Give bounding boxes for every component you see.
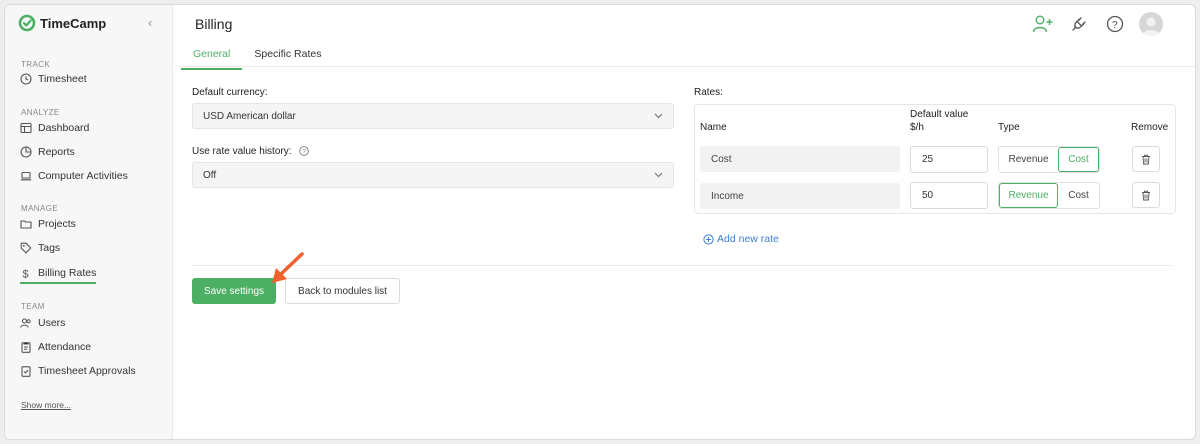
reports-icon — [20, 146, 32, 158]
remove-rate-button[interactable] — [1132, 182, 1160, 208]
collapse-sidebar-icon[interactable]: ‹ — [148, 15, 152, 30]
col-default-value: Default value — [910, 109, 969, 120]
tag-icon — [20, 242, 32, 254]
type-option-revenue[interactable]: Revenue — [999, 147, 1058, 172]
col-remove: Remove — [1131, 122, 1169, 133]
show-more-link[interactable]: Show more... — [21, 400, 71, 410]
header-actions: ? — [1031, 12, 1163, 36]
sidebar-item-label: Computer Activities — [38, 170, 128, 182]
plus-circle-icon — [703, 233, 714, 245]
app-window: TimeCamp ‹ TRACK Timesheet ANALYZE Dashb… — [4, 4, 1196, 440]
page-title: Billing — [195, 16, 233, 32]
sidebar-item-label: Timesheet — [38, 73, 87, 85]
trash-icon — [1142, 190, 1150, 200]
approval-icon — [21, 366, 31, 377]
annotation-arrow-icon — [272, 252, 304, 283]
sidebar-item-reports[interactable]: Reports — [20, 146, 75, 158]
sidebar-item-timesheet[interactable]: Timesheet — [20, 73, 87, 85]
sidebar-item-label: Attendance — [38, 341, 92, 353]
sidebar-item-label: Reports — [38, 146, 75, 158]
currency-value: USD American dollar — [203, 110, 296, 122]
sidebar-item-label: Users — [38, 317, 66, 329]
history-label: Use rate value history: — [192, 146, 292, 157]
section-team: TEAM — [21, 302, 45, 311]
help-icon[interactable]: ? — [1103, 12, 1127, 36]
add-user-icon[interactable] — [1031, 12, 1055, 36]
remove-rate-button[interactable] — [1132, 146, 1160, 172]
sidebar-item-billing-rates[interactable]: $ Billing Rates — [20, 267, 97, 284]
currency-select[interactable]: USD American dollar — [192, 103, 674, 129]
rates-label: Rates: — [694, 87, 723, 98]
col-name: Name — [700, 122, 727, 133]
svg-text:$: $ — [23, 269, 29, 280]
trash-icon — [1142, 154, 1150, 164]
type-option-cost[interactable]: Cost — [1058, 147, 1099, 172]
actions-divider — [191, 265, 1173, 266]
sidebar-item-timesheet-approvals[interactable]: Timesheet Approvals — [20, 365, 136, 377]
dollar-icon: $ — [23, 269, 29, 280]
chevron-down-icon — [654, 113, 663, 119]
folder-icon — [20, 220, 32, 229]
add-new-rate-link[interactable]: Add new rate — [703, 233, 779, 245]
sidebar-item-label: Billing Rates — [38, 267, 97, 279]
sidebar-item-dashboard[interactable]: Dashboard — [20, 122, 89, 134]
logo[interactable]: TimeCamp — [18, 14, 106, 32]
timecamp-logo-icon — [18, 14, 36, 32]
history-label-row: Use rate value history: ? — [192, 146, 310, 157]
col-default-value-unit: $/h — [910, 122, 924, 133]
history-value: Off — [203, 169, 217, 181]
rate-type-toggle: Revenue Cost — [998, 146, 1100, 173]
save-settings-button[interactable]: Save settings — [192, 278, 276, 304]
sidebar: TimeCamp ‹ TRACK Timesheet ANALYZE Dashb… — [5, 5, 173, 439]
clock-icon — [20, 73, 32, 85]
question-circle-icon[interactable]: ? — [299, 146, 310, 157]
sidebar-item-users[interactable]: Users — [20, 317, 65, 329]
svg-text:?: ? — [1112, 19, 1118, 31]
rate-name-field[interactable]: Income — [700, 183, 900, 209]
col-type: Type — [998, 122, 1020, 133]
type-option-revenue[interactable]: Revenue — [999, 183, 1058, 208]
tabs-divider — [175, 66, 1195, 67]
users-icon — [20, 318, 31, 328]
sidebar-item-label: Dashboard — [38, 122, 90, 134]
integrations-plug-icon[interactable] — [1067, 12, 1091, 36]
sidebar-item-label: Tags — [38, 242, 61, 254]
dashboard-icon — [20, 122, 32, 134]
sidebar-item-computer-activities[interactable]: Computer Activities — [20, 170, 128, 182]
currency-label: Default currency: — [192, 87, 268, 98]
type-option-cost[interactable]: Cost — [1058, 183, 1099, 208]
section-analyze: ANALYZE — [21, 108, 60, 117]
sidebar-item-projects[interactable]: Projects — [20, 218, 76, 230]
svg-text:?: ? — [302, 149, 306, 156]
avatar[interactable] — [1139, 12, 1163, 36]
sidebar-item-label: Timesheet Approvals — [38, 365, 136, 377]
chevron-down-icon — [654, 172, 663, 178]
sidebar-item-tags[interactable]: Tags — [20, 242, 60, 254]
laptop-icon — [20, 171, 32, 181]
section-manage: MANAGE — [21, 204, 59, 213]
rate-value-input[interactable]: 25 — [910, 146, 988, 173]
add-new-rate-label: Add new rate — [717, 233, 779, 245]
rate-type-toggle: Revenue Cost — [998, 182, 1100, 209]
history-select[interactable]: Off — [192, 162, 674, 188]
logo-text: TimeCamp — [40, 15, 107, 31]
section-track: TRACK — [21, 60, 51, 69]
rate-name-field[interactable]: Cost — [700, 146, 900, 172]
rate-value-input[interactable]: 50 — [910, 182, 988, 209]
sidebar-item-label: Projects — [38, 218, 76, 230]
sidebar-item-attendance[interactable]: Attendance — [20, 341, 91, 353]
clipboard-icon — [21, 342, 31, 353]
